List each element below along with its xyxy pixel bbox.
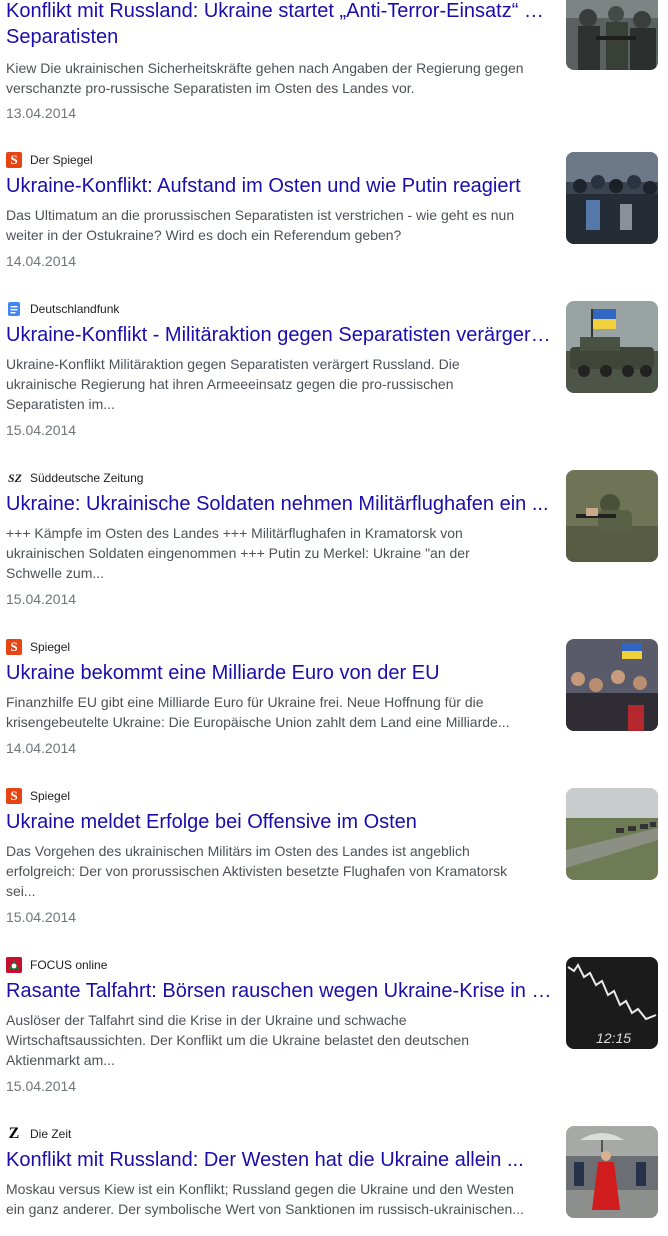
article-source: S Der Spiegel: [6, 151, 554, 169]
article-snippet: Finanzhilfe EU gibt eine Milliarde Euro …: [6, 694, 510, 730]
source-name: Spiegel: [30, 789, 71, 803]
focus-logo-icon: [6, 957, 22, 973]
article-text: S Spiegel Ukraine bekommt eine Milliarde…: [6, 638, 554, 758]
source-name: Süddeutsche Zeitung: [30, 471, 144, 485]
soldier-aiming-photo: [566, 470, 658, 562]
crowd-flags-photo: [566, 639, 658, 731]
article-headline[interactable]: Ukraine-Konflikt - Militäraktion gegen S…: [6, 322, 554, 348]
article-thumbnail[interactable]: [566, 470, 658, 562]
article-snippet: Auslöser der Talfahrt sind die Krise in …: [6, 1012, 470, 1068]
headline-line-2[interactable]: Separatisten: [6, 24, 554, 50]
article-source: FOCUS online: [6, 956, 554, 974]
article-snippet: Das Ultimatum an die prorussischen Separ…: [6, 207, 515, 243]
article-date: 14.04.2014: [6, 740, 77, 756]
article-text: S Spiegel Ukraine meldet Erfolge bei Off…: [6, 787, 554, 927]
article-thumbnail[interactable]: [566, 0, 658, 70]
source-name: Die Zeit: [30, 1127, 72, 1141]
news-article[interactable]: S Der Spiegel Ukraine-Konflikt: Aufstand…: [0, 151, 668, 320]
article-snippet: +++ Kämpfe im Osten des Landes +++ Milit…: [6, 525, 470, 581]
article-thumbnail[interactable]: [566, 301, 658, 393]
spiegel-logo-icon: S: [6, 152, 22, 168]
source-name: FOCUS online: [30, 958, 108, 972]
article-text: Konflikt mit Russland: Ukraine startet „…: [6, 0, 554, 123]
article-thumbnail[interactable]: [566, 152, 658, 244]
stock-chart-time-label: 12:15: [596, 1030, 631, 1046]
article-thumbnail[interactable]: [566, 1126, 658, 1218]
document-icon: [8, 302, 20, 316]
article-text: SZ Süddeutsche Zeitung Ukraine: Ukrainis…: [6, 469, 554, 609]
article-date: 14.04.2014: [6, 253, 77, 269]
article-date: 15.04.2014: [6, 909, 77, 925]
armored-vehicle-flag-photo: [566, 301, 658, 393]
article-headline[interactable]: Ukraine: Ukrainische Soldaten nehmen Mil…: [6, 491, 554, 517]
news-article[interactable]: FOCUS online Rasante Talfahrt: Börsen ra…: [0, 956, 668, 1125]
article-date: 13.04.2014: [6, 105, 77, 121]
article-date: 15.04.2014: [6, 1078, 77, 1094]
crowd-riot-police-photo: [566, 152, 658, 244]
source-name: Spiegel: [30, 640, 71, 654]
article-thumbnail[interactable]: [566, 639, 658, 731]
article-thumbnail[interactable]: [566, 788, 658, 880]
news-article[interactable]: S Spiegel Ukraine bekommt eine Milliarde…: [0, 638, 668, 807]
source-name: Der Spiegel: [30, 153, 93, 167]
article-thumbnail[interactable]: 12:15: [566, 957, 658, 1049]
article-source: Z Die Zeit: [6, 1125, 554, 1143]
news-feed: Konflikt mit Russland: Ukraine startet „…: [0, 0, 668, 1236]
sz-logo-icon: SZ: [7, 470, 22, 485]
news-article[interactable]: S Spiegel Ukraine meldet Erfolge bei Off…: [0, 787, 668, 956]
focus-icon: [6, 957, 22, 973]
article-snippet: Kiew Die ukrainischen Sicherheitskräfte …: [6, 60, 524, 96]
article-source: S Spiegel: [6, 787, 554, 805]
article-snippet: Das Vorgehen des ukrainischen Militärs i…: [6, 843, 508, 899]
spiegel-logo-icon: S: [6, 788, 22, 804]
article-date: 15.04.2014: [6, 591, 77, 607]
article-headline[interactable]: Ukraine meldet Erfolge bei Offensive im …: [6, 809, 554, 835]
article-text: S Der Spiegel Ukraine-Konflikt: Aufstand…: [6, 151, 554, 271]
article-text: Deutschlandfunk Ukraine-Konflikt - Milit…: [6, 300, 554, 440]
news-article[interactable]: Z Die Zeit Konflikt mit Russland: Der We…: [0, 1125, 668, 1236]
spiegel-logo-icon: S: [6, 639, 22, 655]
armed-men-photo: [566, 0, 658, 70]
article-headline[interactable]: Konflikt mit Russland: Ukraine startet „…: [6, 0, 554, 50]
article-source: SZ Süddeutsche Zeitung: [6, 469, 554, 487]
news-article[interactable]: Konflikt mit Russland: Ukraine startet „…: [0, 0, 668, 167]
article-source: Deutschlandfunk: [6, 300, 554, 318]
headline-line-1[interactable]: Konflikt mit Russland: Ukraine startet „…: [6, 0, 554, 24]
source-name: Deutschlandfunk: [30, 302, 120, 316]
article-snippet: Moskau versus Kiew ist ein Konflikt; Rus…: [6, 1181, 524, 1217]
news-article[interactable]: SZ Süddeutsche Zeitung Ukraine: Ukrainis…: [0, 469, 668, 638]
woman-red-coat-umbrella-photo: [566, 1126, 658, 1218]
news-article[interactable]: Deutschlandfunk Ukraine-Konflikt - Milit…: [0, 300, 668, 469]
stock-chart-photo: 12:15: [566, 957, 658, 1049]
zeit-logo-icon: Z: [8, 1126, 20, 1142]
article-source: S Spiegel: [6, 638, 554, 656]
article-headline[interactable]: Konflikt mit Russland: Der Westen hat di…: [6, 1147, 554, 1173]
deutschlandfunk-logo-icon: [6, 301, 22, 317]
article-headline[interactable]: Rasante Talfahrt: Börsen rauschen wegen …: [6, 978, 554, 1004]
article-headline[interactable]: Ukraine-Konflikt: Aufstand im Osten und …: [6, 173, 554, 199]
article-snippet: Ukraine-Konflikt Militäraktion gegen Sep…: [6, 356, 460, 412]
military-convoy-photo: [566, 788, 658, 880]
article-date: 15.04.2014: [6, 422, 77, 438]
article-text: FOCUS online Rasante Talfahrt: Börsen ra…: [6, 956, 554, 1096]
article-text: Z Die Zeit Konflikt mit Russland: Der We…: [6, 1125, 554, 1225]
article-headline[interactable]: Ukraine bekommt eine Milliarde Euro von …: [6, 660, 554, 686]
